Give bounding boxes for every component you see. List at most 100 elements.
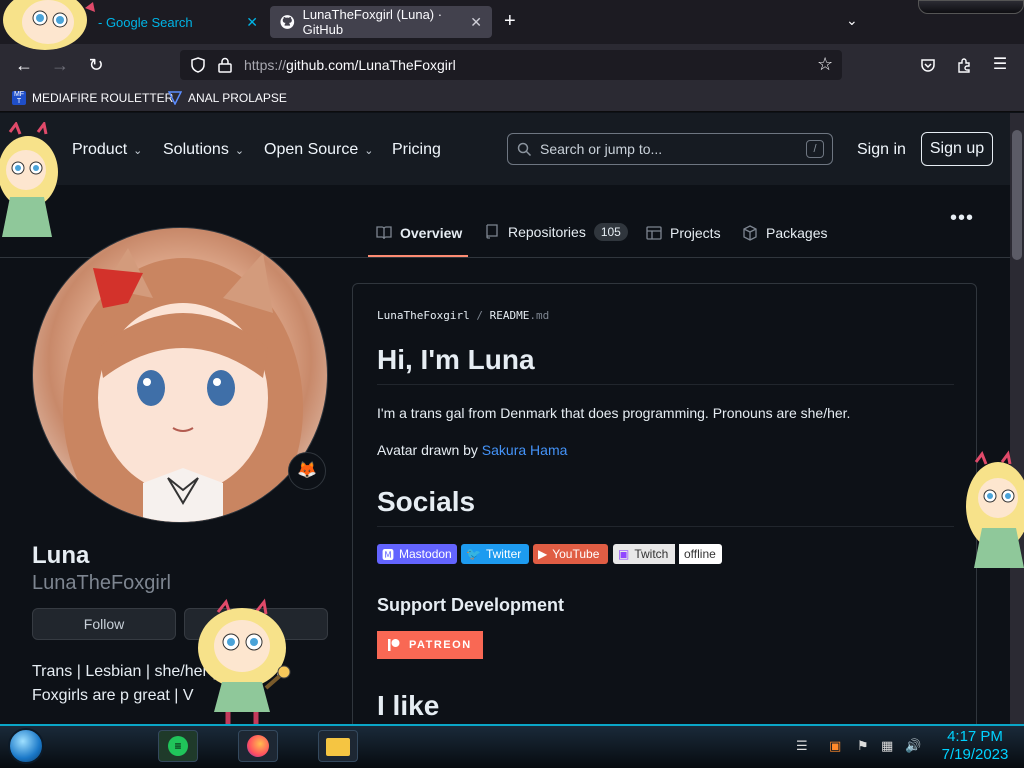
status-emoji-badge[interactable]: 🦊 bbox=[288, 452, 326, 490]
readme-path-extension: .md bbox=[529, 309, 550, 322]
twitter-badge[interactable]: 🐦 Twitter bbox=[461, 544, 529, 564]
badge-label: YouTube bbox=[552, 547, 600, 561]
badge-label: PATREON bbox=[409, 639, 472, 651]
show-hidden-icons-icon[interactable]: ☰ bbox=[796, 738, 808, 754]
youtube-badge[interactable]: ▶ YouTube bbox=[533, 544, 608, 564]
i-like-heading: I like bbox=[377, 690, 440, 721]
nav-product[interactable]: Product ⌄ bbox=[72, 141, 142, 159]
artist-link[interactable]: Sakura Hama bbox=[482, 442, 568, 458]
tab-overview[interactable]: Overview bbox=[376, 225, 462, 241]
browser-nav-bar: ← → ↻ https://github.com/LunaTheFoxgirl … bbox=[0, 44, 1024, 86]
badge-label: Twitch bbox=[634, 547, 669, 561]
notes-app-taskbar-icon[interactable]: ≡ bbox=[158, 730, 198, 762]
sign-in-link[interactable]: Sign in bbox=[857, 141, 906, 159]
tab-google-search[interactable]: - Google Search ✕ bbox=[88, 6, 268, 38]
sign-up-button[interactable]: Sign up bbox=[921, 132, 993, 166]
close-tab-icon[interactable]: ✕ bbox=[246, 14, 258, 31]
window-frame-decoration bbox=[918, 0, 1024, 14]
mastodon-badge[interactable]: 🅼 Mastodon bbox=[377, 544, 457, 564]
bookmark-label: ANAL PROLAPSE bbox=[188, 91, 287, 105]
shield-icon[interactable] bbox=[190, 57, 206, 73]
new-tab-button[interactable]: + bbox=[504, 10, 516, 33]
badge-label: Mastodon bbox=[399, 547, 452, 561]
tab-title: - Google Search bbox=[98, 14, 193, 30]
tab-projects[interactable]: Projects bbox=[646, 225, 721, 241]
tray-flag-icon[interactable]: ⚑ bbox=[857, 738, 869, 754]
url-bar[interactable]: https://github.com/LunaTheFoxgirl ☆ bbox=[180, 50, 842, 80]
repo-count-badge: 105 bbox=[593, 223, 628, 241]
nav-label: Solutions bbox=[163, 141, 229, 158]
patreon-badge[interactable]: PATREON bbox=[377, 631, 483, 659]
extensions-puzzle-icon[interactable] bbox=[956, 57, 972, 73]
cartoon-girl-sticker-icon bbox=[966, 450, 1024, 568]
pocket-icon[interactable] bbox=[920, 57, 936, 73]
cartoon-girl-sticker-icon bbox=[198, 598, 291, 724]
readme-path-file[interactable]: README bbox=[490, 309, 530, 322]
hamburger-menu-icon[interactable]: ☰ bbox=[987, 52, 1013, 78]
tab-label: Packages bbox=[766, 225, 828, 241]
avatar[interactable] bbox=[32, 227, 328, 523]
book-icon bbox=[376, 226, 392, 240]
browser-tab-bar: - Google Search ✕ LunaTheFoxgirl (Luna) … bbox=[0, 0, 1024, 44]
youtube-play-icon: ▶ bbox=[538, 547, 548, 561]
readme-avatar-credit: Avatar drawn by Sakura Hama bbox=[377, 442, 567, 458]
nav-open-source[interactable]: Open Source ⌄ bbox=[264, 141, 374, 159]
nav-label: Product bbox=[72, 141, 128, 158]
heading-divider bbox=[377, 384, 954, 385]
twitter-bird-icon: 🐦 bbox=[466, 547, 481, 561]
lock-icon[interactable] bbox=[218, 57, 232, 73]
firefox-taskbar-icon[interactable] bbox=[238, 730, 278, 762]
url-host-path: github.com/LunaTheFoxgirl bbox=[286, 57, 456, 73]
credit-prefix: Avatar drawn by bbox=[377, 442, 482, 458]
more-options-icon[interactable]: ••• bbox=[950, 207, 974, 230]
taskbar-clock[interactable]: 4:17 PM 7/19/2023 bbox=[930, 728, 1020, 764]
package-icon bbox=[743, 225, 757, 241]
bookmark-second[interactable]: ANAL PROLAPSE bbox=[168, 91, 287, 105]
heading-divider bbox=[377, 526, 954, 527]
list-all-tabs-chevron-icon[interactable]: ⌄ bbox=[846, 12, 858, 29]
chevron-down-icon: ⌄ bbox=[364, 144, 374, 157]
twitch-status-badge: offline bbox=[679, 544, 722, 564]
windows-taskbar bbox=[0, 724, 1024, 768]
readme-path-user[interactable]: LunaTheFoxgirl bbox=[377, 309, 470, 322]
support-heading: Support Development bbox=[377, 595, 565, 615]
follow-button[interactable]: Follow bbox=[32, 608, 176, 640]
search-input[interactable]: Search or jump to... / bbox=[507, 133, 833, 165]
readme-path: LunaTheFoxgirl / README.md bbox=[377, 309, 549, 322]
tab-label: Projects bbox=[670, 225, 721, 241]
twitch-icon: ▣ bbox=[618, 547, 630, 561]
search-shortcut-key: / bbox=[806, 140, 824, 158]
start-button-orb-icon[interactable] bbox=[8, 728, 44, 764]
mastodon-icon: 🅼 bbox=[382, 547, 395, 562]
table-icon bbox=[646, 226, 662, 240]
url-scheme: https:// bbox=[244, 57, 287, 73]
bookmark-favicon-icon bbox=[168, 91, 182, 105]
github-favicon-icon bbox=[280, 15, 295, 29]
readme-path-separator: / bbox=[476, 309, 483, 322]
patreon-icon bbox=[388, 639, 400, 651]
tab-label: Repositories bbox=[508, 224, 586, 240]
twitch-badge[interactable]: ▣ Twitch bbox=[613, 544, 675, 564]
tab-repositories[interactable]: Repositories 105 bbox=[484, 223, 628, 241]
badge-label: Twitter bbox=[485, 547, 522, 561]
profile-username: LunaTheFoxgirl bbox=[32, 572, 171, 594]
close-tab-icon[interactable]: ✕ bbox=[470, 14, 482, 31]
bookmark-mediafire-roulette[interactable]: MF T MEDIAFIRE ROULETTER bbox=[12, 91, 173, 105]
tab-github-profile[interactable]: LunaTheFoxgirl (Luna) · GitHub ✕ bbox=[270, 6, 492, 38]
cartoon-girl-sticker-icon bbox=[3, 0, 95, 50]
volume-icon[interactable]: 🔊 bbox=[905, 738, 921, 754]
bookmark-star-icon[interactable]: ☆ bbox=[817, 54, 833, 75]
chevron-down-icon: ⌄ bbox=[133, 144, 143, 157]
scrollbar-thumb[interactable] bbox=[1012, 130, 1022, 260]
repo-icon bbox=[486, 224, 498, 239]
nav-solutions[interactable]: Solutions ⌄ bbox=[163, 141, 244, 159]
tab-packages[interactable]: Packages bbox=[742, 225, 827, 241]
bookmark-label: MEDIAFIRE ROULETTER bbox=[32, 91, 174, 105]
network-icon[interactable]: ▦ bbox=[881, 738, 893, 754]
tray-app-icon[interactable]: ▣ bbox=[829, 738, 841, 754]
readme-intro: I'm a trans gal from Denmark that does p… bbox=[377, 405, 851, 421]
file-explorer-taskbar-icon[interactable] bbox=[318, 730, 358, 762]
nav-pricing[interactable]: Pricing bbox=[392, 141, 441, 159]
avatar-illustration bbox=[63, 248, 303, 522]
nav-label: Pricing bbox=[392, 141, 441, 158]
